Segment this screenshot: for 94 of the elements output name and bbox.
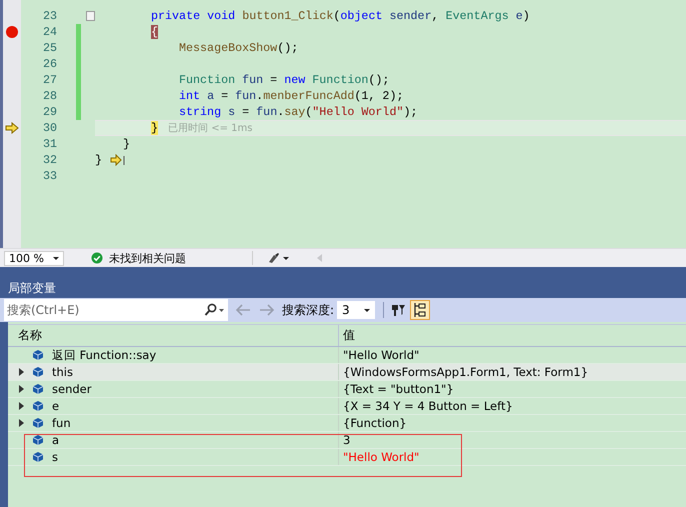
variable-icon bbox=[32, 451, 44, 463]
issues-status[interactable]: 未找到相关问题 bbox=[109, 250, 186, 266]
variable-row[interactable]: sender {Text = "button1"} bbox=[8, 381, 686, 398]
line-number: 28 bbox=[42, 89, 57, 103]
code-token: "Hello World" bbox=[312, 105, 404, 119]
variable-icon bbox=[32, 383, 44, 395]
variable-row[interactable]: a 3 bbox=[8, 432, 686, 449]
variable-name: s bbox=[52, 450, 58, 464]
expand-icon[interactable] bbox=[18, 402, 24, 410]
line-number: 30 bbox=[42, 121, 57, 135]
code-token: menberFuncAdd bbox=[263, 89, 354, 103]
zoom-dropdown[interactable]: 100 % bbox=[4, 250, 64, 266]
code-token: Function bbox=[179, 73, 236, 87]
code-token: a bbox=[207, 89, 214, 103]
code-token: string bbox=[179, 105, 222, 119]
variable-name: 返回 Function::say bbox=[52, 348, 156, 362]
code-token: button1_Click bbox=[242, 9, 334, 23]
line-number: 27 bbox=[42, 73, 57, 87]
code-token: 已用时间 <= 1ms bbox=[168, 122, 252, 135]
variable-icon bbox=[32, 417, 44, 429]
code-token: (); bbox=[368, 73, 390, 87]
code-token: } bbox=[95, 153, 102, 167]
expand-icon[interactable] bbox=[18, 419, 24, 427]
variable-row[interactable]: fun {Function} bbox=[8, 415, 686, 432]
column-header[interactable]: 值 bbox=[338, 325, 686, 346]
variable-value: {Text = "button1"} bbox=[343, 382, 454, 396]
variable-name: sender bbox=[52, 382, 92, 396]
search-box[interactable]: 搜索(Ctrl+E) bbox=[4, 299, 228, 321]
code-token: ( bbox=[333, 9, 340, 23]
variable-name: this bbox=[52, 365, 73, 379]
variable-value: {WindowsFormsApp1.Form1, Text: Form1} bbox=[343, 365, 588, 379]
check-icon bbox=[91, 252, 103, 264]
code-token: . bbox=[277, 105, 284, 119]
code-token: fun bbox=[242, 73, 264, 87]
search-icon[interactable] bbox=[203, 303, 225, 317]
variable-value: "Hello World" bbox=[343, 348, 420, 362]
code-token: { bbox=[151, 25, 158, 39]
code-token: say bbox=[284, 105, 306, 119]
code-token: = bbox=[220, 89, 230, 103]
variable-row[interactable]: e {X = 34 Y = 4 Button = Left} bbox=[8, 398, 686, 415]
code-token: object bbox=[340, 9, 384, 23]
variable-value: {Function} bbox=[343, 416, 407, 430]
variable-icon bbox=[32, 366, 44, 378]
code-token: int bbox=[179, 89, 202, 103]
code-token: EventArgs bbox=[446, 9, 510, 23]
code-token: new bbox=[284, 73, 306, 87]
code-token: } bbox=[151, 121, 158, 135]
code-token: s bbox=[228, 105, 236, 119]
expand-icon[interactable] bbox=[18, 368, 24, 376]
variable-icon bbox=[32, 349, 44, 361]
code-token: private void bbox=[151, 9, 236, 23]
collapse-icon[interactable] bbox=[86, 11, 95, 21]
line-number: 26 bbox=[42, 57, 57, 71]
panel-title: 局部变量 bbox=[8, 280, 56, 296]
code-token: } bbox=[123, 137, 130, 151]
variable-value: "Hello World" bbox=[343, 450, 420, 464]
line-number: 24 bbox=[42, 25, 57, 39]
variable-value: 3 bbox=[343, 433, 350, 447]
line-number: 23 bbox=[42, 9, 57, 23]
pin-filter-icon[interactable] bbox=[390, 302, 406, 318]
code-token: , bbox=[432, 9, 440, 23]
line-number: 29 bbox=[42, 105, 57, 119]
line-number: 31 bbox=[42, 137, 57, 151]
brush-icon[interactable] bbox=[267, 252, 291, 264]
variable-name: e bbox=[52, 399, 60, 413]
line-number: 25 bbox=[42, 41, 57, 55]
code-token: (); bbox=[277, 41, 298, 55]
variable-icon bbox=[32, 434, 44, 446]
code-token: ( bbox=[305, 105, 312, 119]
variable-row[interactable]: s "Hello World" bbox=[8, 449, 686, 466]
code-token: MessageBoxShow bbox=[179, 41, 278, 55]
code-token: ) bbox=[522, 9, 530, 23]
depth-dropdown[interactable]: 3 bbox=[337, 301, 376, 319]
code-token: (1, 2); bbox=[354, 89, 404, 103]
line-number: 33 bbox=[42, 169, 57, 183]
variable-icon bbox=[32, 400, 44, 412]
code-token: e bbox=[516, 9, 523, 23]
variable-name: a bbox=[52, 433, 60, 447]
expand-icon[interactable] bbox=[18, 385, 24, 393]
code-token: fun bbox=[256, 105, 278, 119]
code-token: ); bbox=[403, 105, 418, 119]
line-number: 32 bbox=[42, 153, 57, 167]
variable-name: fun bbox=[52, 416, 71, 430]
code-token: = bbox=[269, 73, 278, 87]
depth-label: 搜索深度: bbox=[282, 302, 334, 318]
code-token: fun bbox=[235, 89, 256, 103]
code-token: . bbox=[256, 89, 264, 103]
toggle-button[interactable] bbox=[410, 300, 430, 320]
variable-value: {X = 34 Y = 4 Button = Left} bbox=[343, 399, 513, 413]
code-token: Function bbox=[312, 73, 368, 87]
code-token: sender bbox=[390, 9, 432, 23]
variable-row[interactable]: this {WindowsFormsApp1.Form1, Text: Form1} bbox=[8, 364, 686, 381]
code-token: = bbox=[241, 105, 250, 119]
column-header[interactable]: 名称 bbox=[8, 327, 338, 344]
